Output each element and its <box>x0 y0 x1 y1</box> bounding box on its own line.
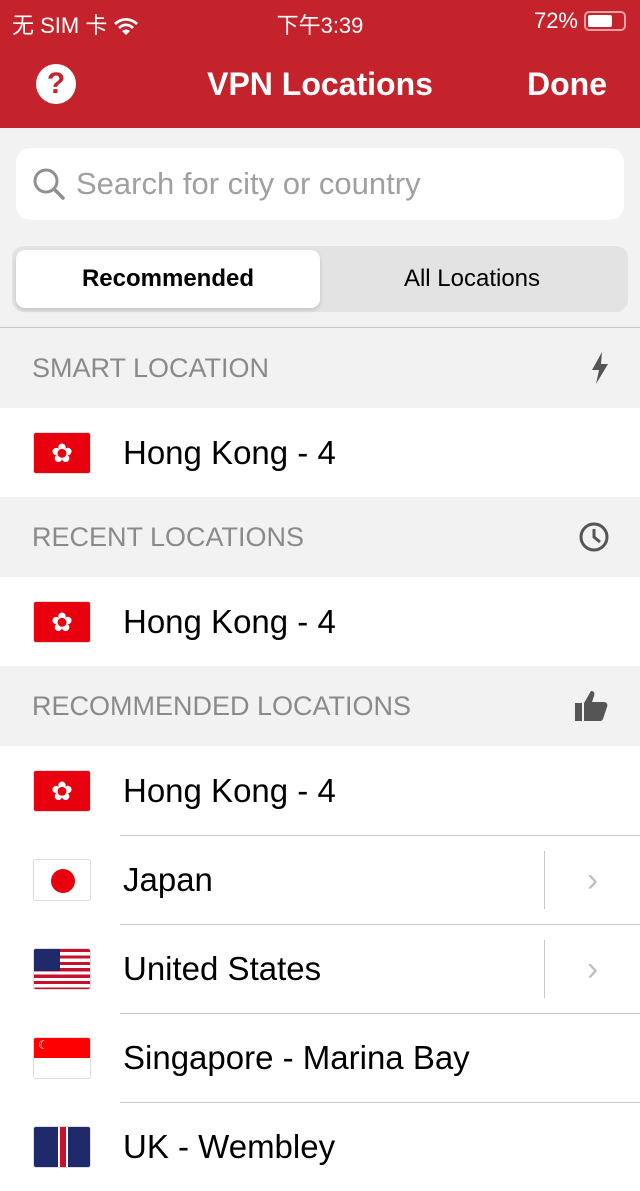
chevron-right-icon[interactable]: › <box>544 851 640 909</box>
list-item[interactable]: ☾ Singapore - Marina Bay <box>0 1013 640 1102</box>
uk-flag-icon <box>33 1125 91 1168</box>
battery-icon <box>584 11 626 31</box>
location-name: Japan <box>123 860 213 898</box>
section-header-recommended: RECOMMENDED LOCATIONS <box>0 666 640 746</box>
search-icon <box>33 168 65 200</box>
location-name: United States <box>123 949 322 987</box>
location-name: Hong Kong - 4 <box>123 771 336 809</box>
list-item[interactable]: Japan › <box>0 835 640 924</box>
status-bar: 无 SIM 卡 下午3:39 72% <box>0 0 640 40</box>
chevron-right-icon[interactable]: › <box>544 940 640 998</box>
list-item[interactable]: ✿ Hong Kong - 4 <box>0 746 640 835</box>
list-item[interactable]: UK - Wembley <box>0 1102 640 1191</box>
section-header-smart: SMART LOCATION <box>0 328 640 408</box>
thumbs-up-icon <box>575 691 608 721</box>
hong-kong-flag-icon: ✿ <box>33 431 91 474</box>
lightning-icon <box>592 352 608 384</box>
location-name: Hong Kong - 4 <box>123 602 336 640</box>
search-input[interactable]: Search for city or country <box>16 148 624 220</box>
tab-all-locations[interactable]: All Locations <box>320 250 624 308</box>
search-placeholder: Search for city or country <box>76 166 421 201</box>
hong-kong-flag-icon: ✿ <box>33 769 91 812</box>
battery-percent: 72% <box>533 8 578 33</box>
segmented-control: Recommended All Locations <box>12 246 628 312</box>
location-name: Hong Kong - 4 <box>123 433 336 471</box>
us-flag-icon <box>33 947 91 990</box>
list-item[interactable]: United States › <box>0 924 640 1013</box>
done-button[interactable]: Done <box>527 66 607 103</box>
list-item[interactable]: ✿ Hong Kong - 4 <box>0 408 640 497</box>
clock-icon <box>579 522 609 552</box>
section-title: SMART LOCATION <box>32 352 270 383</box>
section-title: RECENT LOCATIONS <box>32 521 305 552</box>
list-item[interactable]: ✿ Hong Kong - 4 <box>0 577 640 666</box>
hong-kong-flag-icon: ✿ <box>33 600 91 643</box>
header: 无 SIM 卡 下午3:39 72% ? VPN Locations Done <box>0 0 640 128</box>
tab-recommended[interactable]: Recommended <box>16 250 320 308</box>
location-name: Singapore - Marina Bay <box>123 1038 470 1076</box>
section-header-recent: RECENT LOCATIONS <box>0 497 640 577</box>
singapore-flag-icon: ☾ <box>33 1036 91 1079</box>
japan-flag-icon <box>33 858 91 901</box>
section-title: RECOMMENDED LOCATIONS <box>32 690 412 721</box>
location-name: UK - Wembley <box>123 1127 336 1165</box>
